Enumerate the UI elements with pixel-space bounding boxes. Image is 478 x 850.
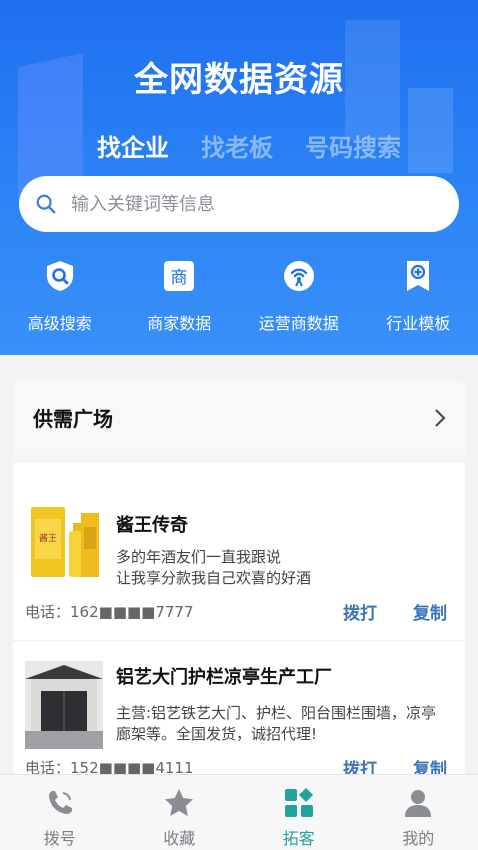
tab-label: 拓客: [282, 829, 315, 848]
phone-number: 162■■■■7777: [70, 603, 194, 621]
merchant-data-icon: 商: [164, 261, 195, 291]
tab-profile[interactable]: 我的: [359, 775, 478, 850]
phone-icon: [48, 791, 72, 814]
quick-action-label: 商家数据: [147, 314, 212, 333]
quick-action-carrier-data[interactable]: 运营商数据: [239, 258, 359, 334]
section-title: 供需广场: [33, 407, 113, 431]
tab-prospecting[interactable]: 拓客: [239, 775, 359, 850]
carrier-data-icon: [283, 261, 314, 291]
svg-text:酱王: 酱王: [39, 532, 57, 544]
quick-action-label: 高级搜索: [27, 314, 92, 333]
industry-template-icon: [407, 261, 430, 291]
user-icon: [405, 790, 432, 817]
page-title: 全网数据资源: [134, 60, 344, 100]
supply-demand-header[interactable]: 供需广场: [13, 380, 465, 455]
grid-icon: [284, 788, 313, 817]
quick-action-merchant-data[interactable]: 商 商家数据: [120, 258, 240, 334]
tab-label: 收藏: [163, 829, 196, 848]
search-input[interactable]: [71, 193, 459, 215]
phone-label: 电话：: [25, 759, 71, 775]
dial-button[interactable]: 拨打: [343, 599, 377, 624]
quick-action-industry-template[interactable]: 行业模板: [359, 258, 478, 334]
item-name: 铝艺大门护栏凉亭生产工厂: [116, 667, 332, 688]
tab-find-boss[interactable]: 找老板: [201, 128, 273, 163]
item-description: 主营:铝艺铁艺大门、护栏、阳台围栏围墙，凉亭廊架等。全国发货，诚招代理!: [116, 704, 437, 743]
search-bar[interactable]: [19, 176, 459, 232]
list-item[interactable]: 酱王 酱王传奇 多的年酒友们一直我跟说 让我享分款我自己欢喜的好酒 电话：162…: [13, 463, 465, 641]
dial-button[interactable]: 拨打: [343, 755, 377, 775]
tab-find-company[interactable]: 找企业: [97, 128, 169, 163]
tab-favorites[interactable]: 收藏: [120, 775, 240, 850]
quick-actions: 高级搜索 商 商家数据 运营商数据 行业模板: [0, 258, 478, 334]
divider: [13, 455, 465, 463]
list-item[interactable]: 铝艺大门护栏凉亭生产工厂 主营:铝艺铁艺大门、护栏、阳台围栏围墙，凉亭廊架等。全…: [13, 641, 465, 775]
chevron-right-icon[interactable]: [433, 408, 447, 428]
quick-action-advanced-search[interactable]: 高级搜索: [0, 258, 120, 334]
header-banner: 全网数据资源 找企业 找老板 号码搜索 高级搜索 商 商家数据: [0, 0, 478, 355]
star-icon: [165, 789, 194, 816]
tab-label: 我的: [402, 829, 435, 848]
phone-number: 152■■■■4111: [70, 759, 194, 775]
item-phone-row: 电话：162■■■■7777: [25, 601, 194, 622]
copy-button[interactable]: 复制: [413, 599, 447, 624]
phone-label: 电话：: [25, 603, 71, 621]
search-mode-tabs: 找企业 找老板 号码搜索: [97, 128, 401, 163]
item-name: 酱王传奇: [116, 515, 188, 536]
supply-demand-panel: 供需广场 酱王 酱王传奇 多的年酒友们一直我跟说 让我享分款我自己欢喜的好酒 电…: [13, 380, 465, 775]
gate-image: [25, 661, 103, 749]
tab-phone-search[interactable]: 号码搜索: [305, 128, 401, 163]
item-description: 多的年酒友们一直我跟说 让我享分款我自己欢喜的好酒: [116, 548, 312, 587]
advanced-search-icon: [46, 261, 73, 291]
tab-label: 拨号: [43, 829, 76, 848]
search-icon: [36, 194, 56, 214]
quick-action-label: 运营商数据: [258, 314, 339, 333]
item-phone-row: 电话：152■■■■4111: [25, 757, 194, 775]
bottom-tab-bar: 拨号 收藏 拓客 我的: [0, 774, 478, 850]
svg-text:商: 商: [171, 268, 188, 288]
quick-action-label: 行业模板: [386, 314, 451, 333]
liquor-bottle-image: 酱王: [25, 501, 103, 583]
copy-button[interactable]: 复制: [413, 755, 447, 775]
tab-dial[interactable]: 拨号: [0, 775, 120, 850]
